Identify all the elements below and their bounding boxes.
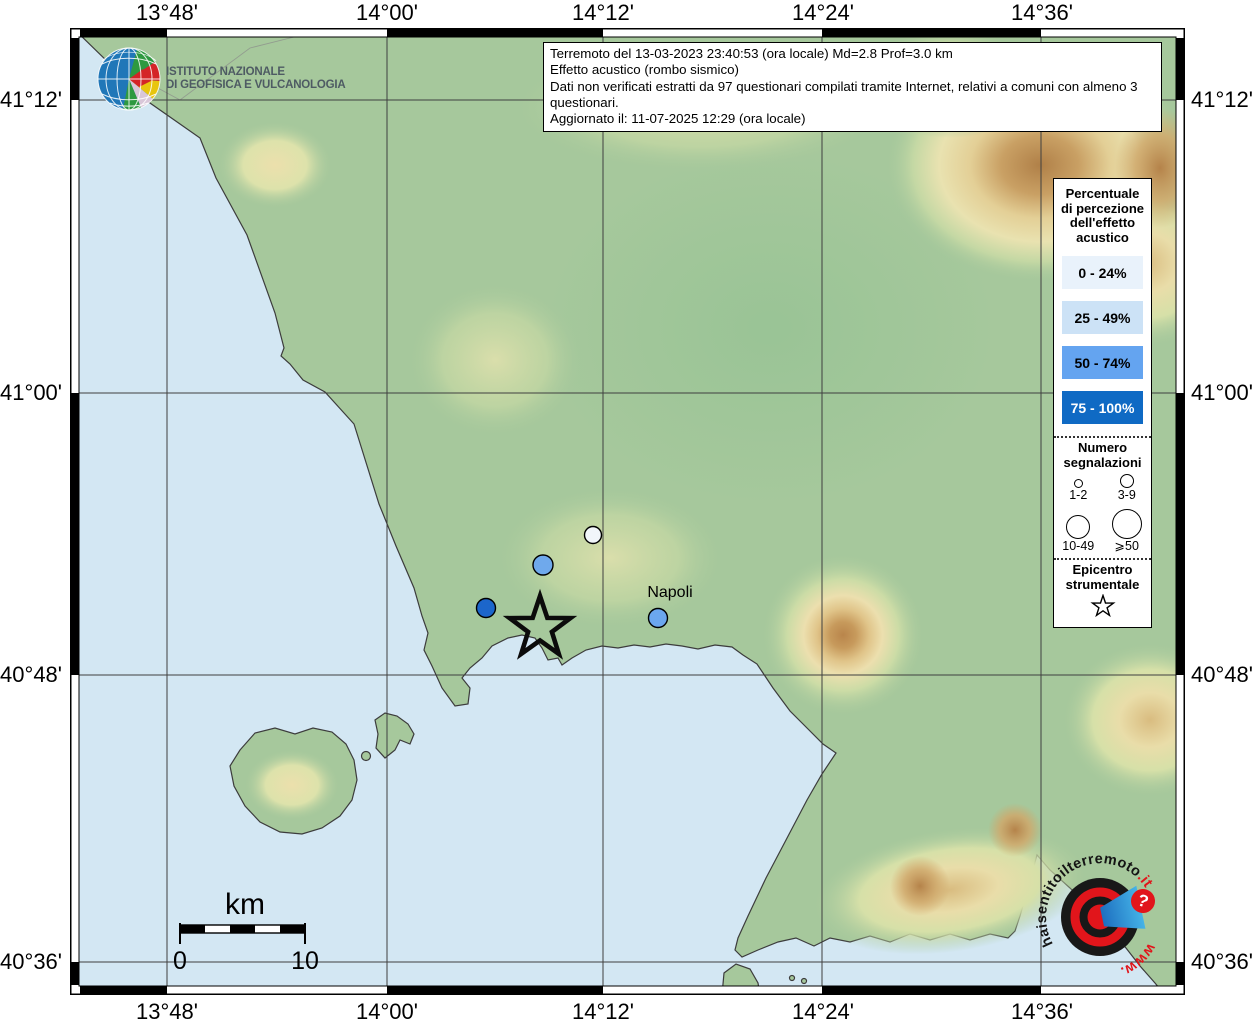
- ingv-globe-icon: [96, 46, 162, 112]
- ingv-name-line2: DI GEOFISICA E VULCANOLOGIA: [166, 79, 345, 92]
- legend-count-50plus: ⩾50: [1103, 509, 1152, 554]
- islet: [362, 752, 371, 761]
- axis-label-bottom-1348: 13°48': [122, 999, 212, 1025]
- event-info-line1: Terremoto del 13-03-2023 23:40:53 (ora l…: [550, 46, 1155, 62]
- report-dot: [585, 527, 602, 544]
- map-canvas: Napoli km 0 10: [70, 28, 1185, 995]
- event-info-box: Terremoto del 13-03-2023 23:40:53 (ora l…: [543, 42, 1162, 132]
- axis-label-left-4036: 40°36': [0, 949, 62, 975]
- li-galli-islet: [790, 976, 795, 981]
- axis-label-left-4048: 40°48': [0, 662, 62, 688]
- legend-class-25-49: 25 - 49%: [1062, 301, 1143, 334]
- legend-class-75-100: 75 - 100%: [1062, 391, 1143, 424]
- ingv-logo: ISTITUTO NAZIONALE DI GEOFISICA E VULCAN…: [96, 46, 396, 112]
- axis-label-right-4048: 40°48': [1191, 662, 1255, 688]
- legend-epicenter-title: Epicentro strumentale: [1054, 563, 1151, 592]
- event-info-line2: Effetto acustico (rombo sismico): [550, 62, 1155, 78]
- report-dot: [533, 555, 553, 575]
- legend-class-50-74: 50 - 74%: [1062, 346, 1143, 379]
- count-circle-small-icon: [1074, 479, 1083, 488]
- axis-label-right-4100: 41°00': [1191, 380, 1255, 406]
- axis-label-top-1348: 13°48': [122, 0, 212, 26]
- legend-class-0-24: 0 - 24%: [1062, 256, 1143, 289]
- legend-count-1-2: 1-2: [1054, 474, 1103, 503]
- scale-start-label: 0: [173, 947, 187, 975]
- axis-label-left-4100: 41°00': [0, 380, 62, 406]
- axis-label-bottom-1412: 14°12': [558, 999, 648, 1025]
- report-dot: [649, 609, 668, 628]
- scale-end-label: 10: [291, 947, 319, 975]
- legend-perception-title: Percentuale di percezione dell'effetto a…: [1054, 179, 1151, 245]
- li-galli-islet: [802, 979, 807, 984]
- axis-label-right-4036: 40°36': [1191, 949, 1255, 975]
- legend-divider: [1054, 436, 1151, 438]
- legend-divider: [1054, 558, 1151, 560]
- axis-label-right-4112: 41°12': [1191, 87, 1255, 113]
- ingv-name-line1: ISTITUTO NAZIONALE: [166, 66, 345, 79]
- epicenter-star-icon: [1090, 594, 1116, 618]
- event-info-line4: Aggiornato il: 11-07-2025 12:29 (ora loc…: [550, 111, 1155, 127]
- count-circle-xlarge-icon: [1112, 509, 1142, 539]
- map-svg: Napoli km 0 10: [70, 28, 1185, 995]
- axis-label-left-4112: 41°12': [0, 87, 62, 113]
- event-info-line3: Dati non verificati estratti da 97 quest…: [550, 79, 1155, 112]
- legend-swatches: 0 - 24% 25 - 49% 50 - 74% 75 - 100%: [1054, 256, 1151, 424]
- count-circle-large-icon: [1066, 515, 1090, 539]
- macroseismic-map-page: { "info_box": { "line1": "Terremoto del …: [0, 0, 1255, 1024]
- legend-counts-title: Numero segnalazioni: [1054, 441, 1151, 470]
- report-dot: [477, 599, 496, 618]
- ischia-relief: [244, 749, 340, 821]
- legend-panel: Percentuale di percezione dell'effetto a…: [1053, 178, 1152, 628]
- axis-label-bottom-1424: 14°24': [778, 999, 868, 1025]
- legend-count-10-49: 10-49: [1054, 509, 1103, 554]
- axis-label-bottom-1436: 14°36': [997, 999, 1087, 1025]
- city-label-napoli: Napoli: [647, 584, 692, 601]
- axis-label-top-1436: 14°36': [997, 0, 1087, 26]
- legend-count-3-9: 3-9: [1103, 474, 1152, 503]
- axis-label-top-1424: 14°24': [778, 0, 868, 26]
- scale-unit-label: km: [225, 888, 265, 921]
- axis-label-top-1412: 14°12': [558, 0, 648, 26]
- axis-label-bottom-1400: 14°00': [342, 999, 432, 1025]
- count-circle-medium-icon: [1120, 474, 1134, 488]
- legend-counts-grid: 1-2 3-9 10-49 ⩾50: [1054, 474, 1151, 554]
- axis-label-top-1400: 14°00': [342, 0, 432, 26]
